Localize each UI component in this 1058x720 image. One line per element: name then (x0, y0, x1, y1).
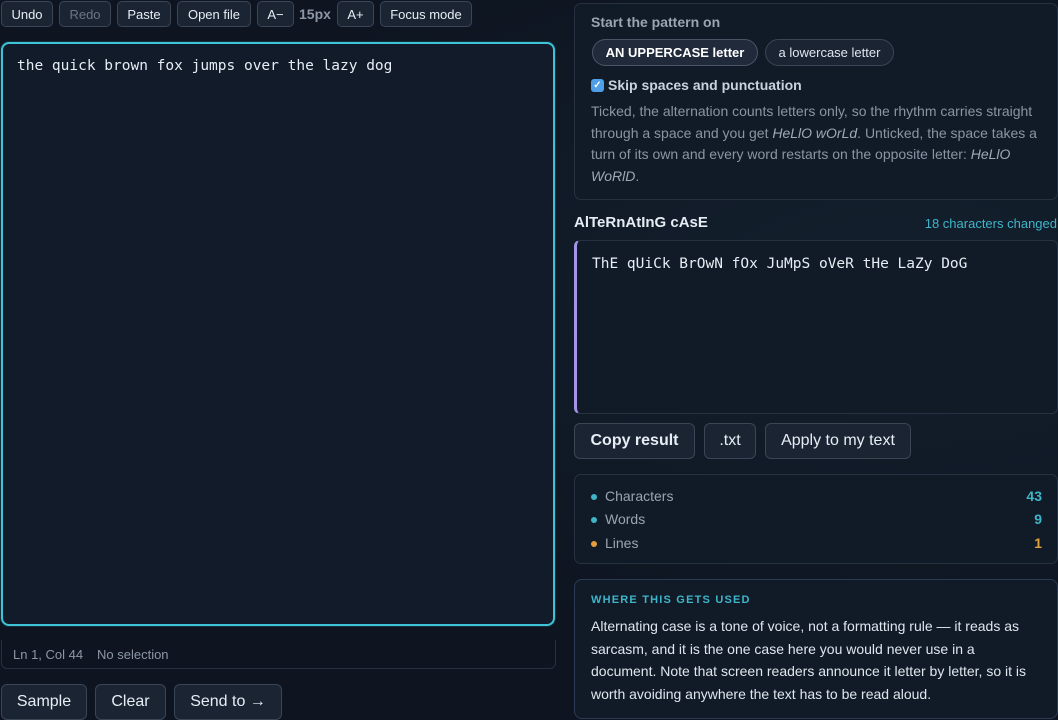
bullet-icon (591, 517, 597, 523)
checkbox-checked-icon[interactable]: ✓ (591, 78, 604, 92)
pattern-title: Start the pattern on (591, 14, 721, 30)
send-to-button[interactable]: Send to → (174, 684, 282, 720)
stats-panel: Characters 43 Words 9 Lines 1 (574, 474, 1058, 564)
example-skip: HeLlO wOrLd (772, 124, 858, 141)
undo-button[interactable]: Undo (1, 1, 53, 27)
sample-button[interactable]: Sample (1, 684, 87, 720)
paste-button[interactable]: Paste (117, 1, 171, 27)
skip-spaces-label: Skip spaces and punctuation (608, 77, 802, 93)
pattern-help-text: Ticked, the alternation counts letters o… (591, 103, 1037, 184)
input-editor[interactable]: the quick brown fox jumps over the lazy … (1, 42, 555, 626)
download-txt-button[interactable]: .txt (704, 423, 756, 459)
redo-button[interactable]: Redo (59, 1, 111, 27)
pattern-panel: Start the pattern on AN UPPERCASE letter… (574, 3, 1058, 200)
apply-to-text-button[interactable]: Apply to my text (765, 423, 911, 459)
font-smaller-button[interactable]: A− (257, 1, 294, 27)
bullet-icon (591, 541, 597, 547)
focus-mode-button[interactable]: Focus mode (380, 1, 472, 27)
editor-statusbar: Ln 1, Col 44 No selection (1, 640, 556, 669)
result-title: AlTeRnAtInG cAsE (574, 214, 708, 231)
font-size-readout: 15px (299, 6, 331, 22)
cursor-position: Ln 1, Col 44 (13, 647, 84, 662)
selection-status: No selection (97, 647, 169, 662)
info-body: Alternating case is a tone of voice, not… (591, 618, 1027, 702)
info-title: WHERE THIS GETS USED (591, 594, 751, 606)
uppercase-start-option[interactable]: AN UPPERCASE letter (592, 39, 758, 66)
bullet-icon (591, 494, 597, 500)
usage-info-panel: WHERE THIS GETS USED Alternating case is… (574, 579, 1058, 719)
skip-spaces-toggle[interactable]: ✓ Skip spaces and punctuation (591, 77, 802, 93)
font-larger-button[interactable]: A+ (337, 1, 374, 27)
open-file-button[interactable]: Open file (177, 1, 251, 27)
clear-button[interactable]: Clear (95, 684, 166, 720)
result-output[interactable]: ThE qUiCk BrOwN fOx JuMpS oVeR tHe LaZy … (574, 240, 1058, 414)
changed-count: 18 characters changed (924, 216, 1057, 231)
copy-result-button[interactable]: Copy result (574, 423, 695, 459)
lowercase-start-option[interactable]: a lowercase letter (765, 39, 894, 66)
